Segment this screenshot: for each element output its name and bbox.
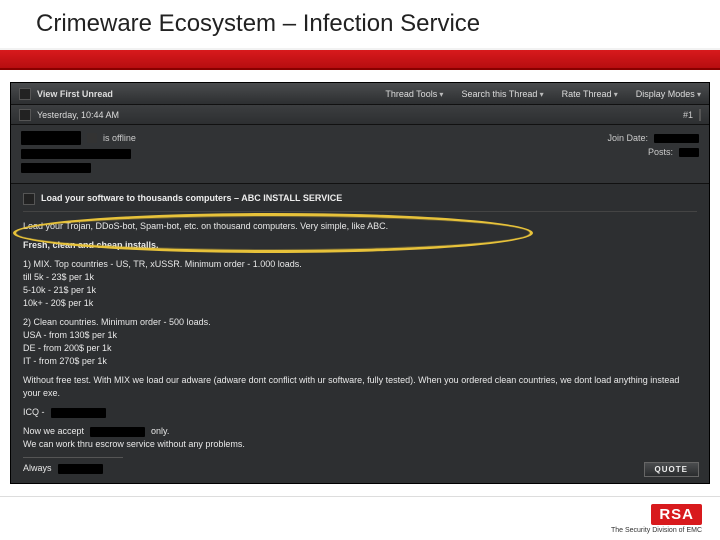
post-title-divider — [23, 211, 697, 212]
post-body: Load your software to thousands computer… — [11, 184, 709, 483]
payment-redacted — [90, 427, 145, 437]
title-red-band — [0, 50, 720, 70]
post-title-prefix: Load your software to thousands computer… — [41, 193, 241, 203]
mix-price-3: 10k+ - 20$ per 1k — [23, 297, 697, 310]
post-note: Without free test. With MIX we load our … — [23, 374, 697, 400]
signature-divider — [23, 457, 123, 458]
post-status-icon — [19, 109, 31, 121]
clean-price-2: DE - from 200$ per 1k — [23, 342, 697, 355]
clean-price-3: IT - from 270$ per 1k — [23, 355, 697, 368]
username-redacted — [21, 131, 81, 145]
join-date-redacted — [654, 134, 699, 143]
post-title-caps: ABC install service — [241, 193, 342, 203]
post-title-icon — [23, 193, 35, 205]
accept-prefix: Now we accept — [23, 425, 84, 438]
rate-thread-menu[interactable]: Rate Thread — [562, 89, 618, 99]
post-header-bar: Yesterday, 10:44 AM #1 — [11, 105, 709, 125]
slide-footer: RSA The Security Division of EMC — [0, 496, 720, 540]
title-underline — [0, 48, 720, 50]
join-date-label: Join Date: — [607, 131, 648, 145]
signature-redacted — [58, 464, 103, 474]
post-timestamp: Yesterday, 10:44 AM — [37, 110, 119, 120]
post-index[interactable]: #1 — [683, 110, 693, 120]
always-label: Always — [23, 462, 52, 475]
posts-label: Posts: — [648, 145, 673, 159]
clean-header: 2) Clean countries. Minimum order - 500 … — [23, 316, 697, 329]
posts-count-redacted — [679, 148, 699, 157]
mix-header: 1) MIX. Top countries - US, TR, xUSSR. M… — [23, 258, 697, 271]
rsa-logo: RSA The Security Division of EMC — [611, 504, 702, 534]
mix-price-1: till 5k - 23$ per 1k — [23, 271, 697, 284]
icq-label: ICQ - — [23, 406, 45, 419]
user-info-block: is offline Join Date: Posts: — [11, 125, 709, 184]
post-lead-text: Load your Trojan, DDoS-bot, Spam-bot, et… — [23, 220, 697, 233]
display-modes-menu[interactable]: Display Modes — [636, 89, 701, 99]
post-fresh-heading: Fresh, clean and cheap installs. — [23, 239, 697, 252]
forum-screenshot: View First Unread Thread Tools Search th… — [10, 82, 710, 484]
unread-icon — [19, 88, 31, 100]
accept-suffix: only. — [151, 425, 169, 438]
clean-price-1: USA - from 130$ per 1k — [23, 329, 697, 342]
search-thread-menu[interactable]: Search this Thread — [461, 89, 543, 99]
user-offline-text: is offline — [103, 133, 136, 143]
user-title-redacted — [21, 149, 131, 159]
view-first-unread-link[interactable]: View First Unread — [37, 89, 113, 99]
slide-title: Crimeware Ecosystem – Infection Service — [0, 0, 720, 50]
mix-price-2: 5-10k - 21$ per 1k — [23, 284, 697, 297]
permalink-icon[interactable] — [699, 109, 701, 121]
rsa-logo-text: RSA — [651, 504, 702, 525]
user-sub-redacted — [21, 163, 91, 173]
rsa-tagline: The Security Division of EMC — [611, 527, 702, 534]
escrow-text: We can work thru escrow service without … — [23, 438, 697, 451]
thread-tools-menu[interactable]: Thread Tools — [385, 89, 443, 99]
quote-button[interactable]: Quote — [644, 462, 699, 477]
forum-toolbar: View First Unread Thread Tools Search th… — [11, 83, 709, 105]
icq-number-redacted — [51, 408, 106, 418]
status-dot-icon — [87, 133, 97, 143]
